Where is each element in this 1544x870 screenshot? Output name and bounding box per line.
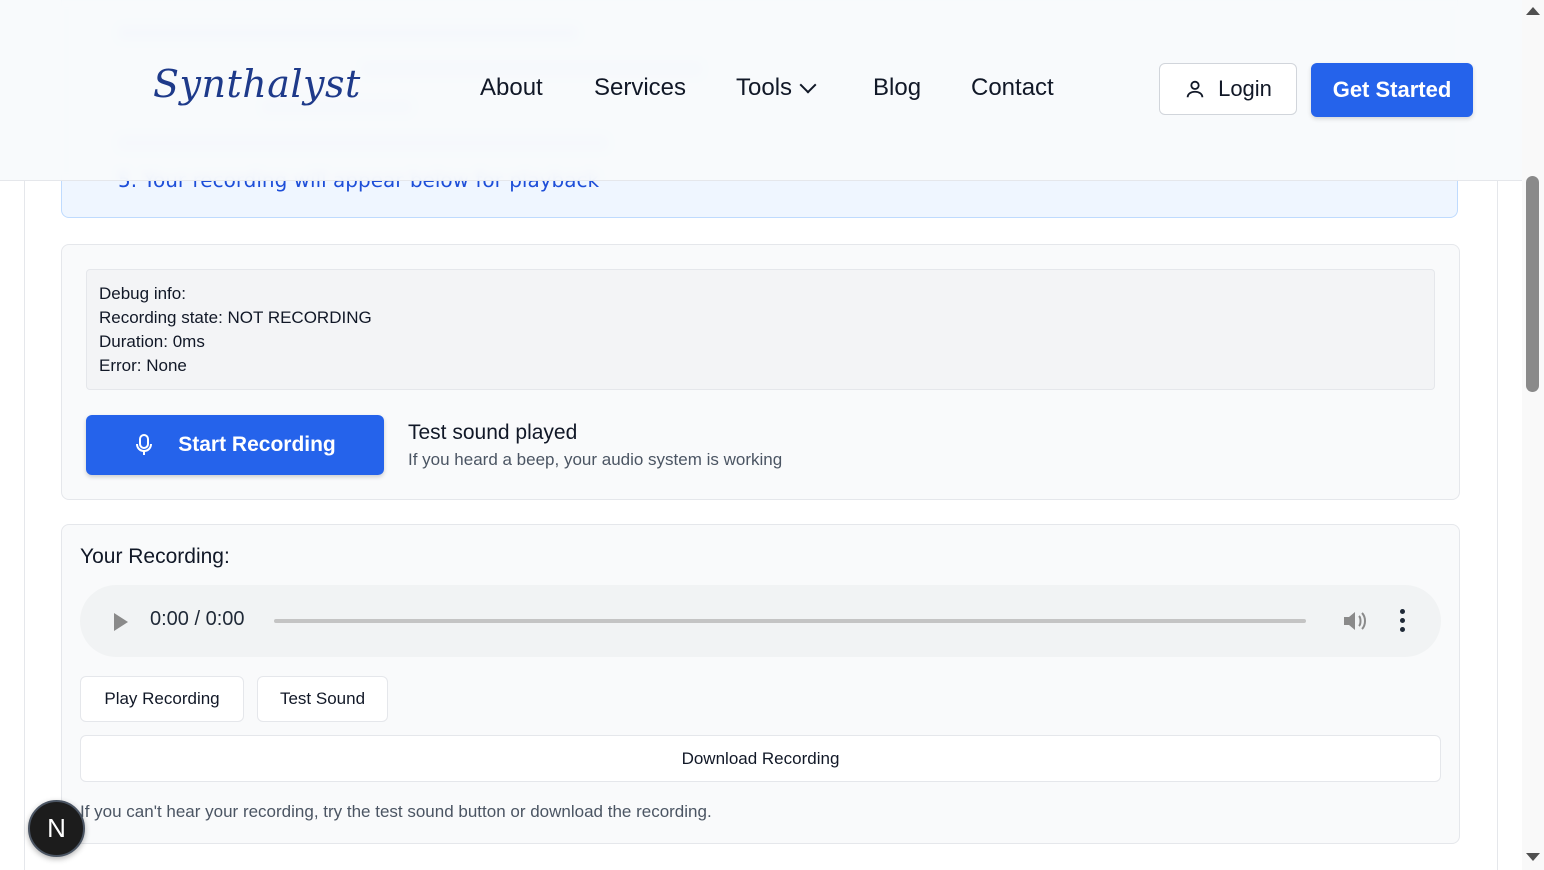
nav-tools[interactable]: Tools	[736, 74, 817, 102]
more-options-icon[interactable]	[1398, 609, 1406, 633]
status-subtitle: If you heard a beep, your audio system i…	[408, 450, 783, 469]
download-recording-button[interactable]: Download Recording	[80, 735, 1441, 782]
debug-info-panel: Debug info: Recording state: NOT RECORDI…	[86, 269, 1435, 390]
playback-hint: If you can't hear your recording, try th…	[80, 802, 712, 821]
recording-heading: Your Recording:	[80, 545, 230, 568]
login-button[interactable]: Login	[1159, 63, 1297, 115]
get-started-button[interactable]: Get Started	[1311, 63, 1473, 117]
site-header: Synthalyst About Services Tools Blog Con…	[0, 0, 1522, 181]
scrollbar[interactable]	[1522, 0, 1544, 870]
play-icon[interactable]	[114, 613, 128, 631]
nav-blog[interactable]: Blog	[873, 74, 921, 102]
recording-duration: Duration: 0ms	[99, 332, 205, 351]
scroll-up-arrow-icon[interactable]	[1526, 7, 1540, 15]
scrollbar-thumb[interactable]	[1526, 176, 1539, 392]
nav-contact[interactable]: Contact	[971, 74, 1054, 102]
start-recording-button[interactable]: Start Recording	[86, 415, 384, 475]
audio-time: 0:00 / 0:00	[150, 608, 245, 630]
nav-services[interactable]: Services	[594, 74, 686, 102]
dev-tools-badge[interactable]: N	[28, 800, 85, 857]
login-label: Login	[1218, 76, 1272, 101]
test-sound-button[interactable]: Test Sound	[257, 676, 388, 722]
nav-about[interactable]: About	[480, 74, 543, 102]
status-title: Test sound played	[408, 421, 578, 444]
audio-progress-track[interactable]	[274, 619, 1306, 623]
volume-icon[interactable]	[1342, 609, 1368, 633]
microphone-icon	[136, 434, 153, 455]
debug-title: Debug info:	[99, 284, 186, 303]
site-logo[interactable]: Synthalyst	[153, 62, 361, 106]
user-icon	[1186, 80, 1204, 98]
chevron-down-icon	[799, 76, 817, 94]
nav-tools-label: Tools	[736, 74, 793, 101]
play-recording-button[interactable]: Play Recording	[80, 676, 244, 722]
start-recording-label: Start Recording	[178, 433, 336, 456]
recording-state: Recording state: NOT RECORDING	[99, 308, 372, 327]
recording-error: Error: None	[99, 356, 187, 375]
scroll-down-arrow-icon[interactable]	[1526, 853, 1540, 861]
audio-player: 0:00 / 0:00	[80, 585, 1441, 657]
